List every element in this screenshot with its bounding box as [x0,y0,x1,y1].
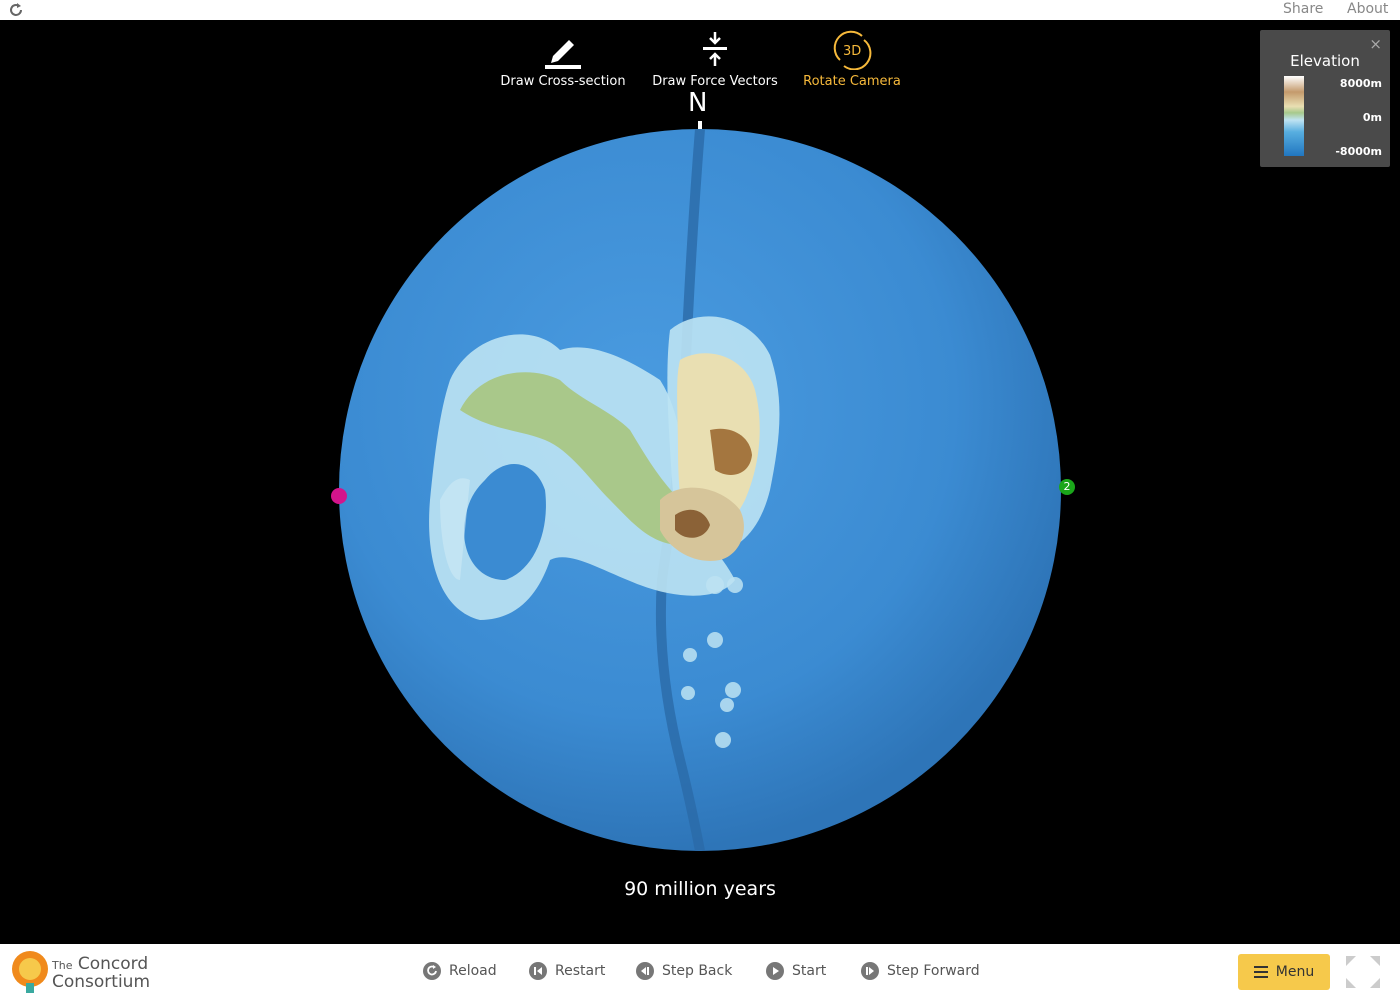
reload-button[interactable]: Reload [423,962,497,980]
pencil-icon [545,40,581,69]
rotate-3d-text: 3D [843,44,861,59]
elevation-gradient [1284,76,1304,156]
fullscreen-icon[interactable] [1344,954,1382,990]
bottom-bar: The Concord Consortium Reload Restart St… [0,944,1400,1000]
restart-button[interactable]: Restart [529,962,605,980]
step-back-icon [636,962,654,980]
concord-logo[interactable]: The Concord Consortium [10,949,162,995]
logo-small: The [52,959,73,972]
close-icon[interactable]: × [1369,35,1382,53]
legend-title: Elevation [1290,52,1360,70]
step-back-button[interactable]: Step Back [636,962,732,980]
restart-label: Restart [555,963,606,979]
play-icon [766,962,784,980]
menu-button[interactable]: Menu [1238,954,1330,990]
start-label: Start [792,963,827,979]
hamburger-icon [1253,966,1268,978]
menu-label: Menu [1275,964,1315,980]
globe[interactable] [300,80,1100,880]
legend-min: -8000m [1335,145,1382,158]
compress-arrows-icon [703,32,727,66]
plate-marker-left[interactable] [331,488,347,504]
rotate-3d-icon: 3D [833,30,872,70]
reload-label: Reload [449,963,497,979]
reload-page-icon[interactable] [8,2,24,18]
restart-icon [529,962,547,980]
start-button[interactable]: Start [766,962,826,980]
legend-max: 8000m [1339,77,1382,90]
share-link[interactable]: Share [1283,1,1323,17]
step-forward-button[interactable]: Step Forward [861,962,980,980]
logo-line2: Consortium [52,972,151,992]
time-display: 90 million years [624,878,776,900]
legend-mid: 0m [1362,111,1382,124]
about-link[interactable]: About [1347,1,1388,17]
top-bar: Share About [0,0,1400,20]
step-forward-icon [861,962,879,980]
elevation-legend: × Elevation 8000m 0m -8000m [1260,30,1390,167]
step-forward-label: Step Forward [887,963,980,979]
plate-marker-right[interactable]: 2 [1059,479,1075,495]
logo-line1: Concord [77,954,149,974]
reload-icon [423,962,441,980]
step-back-label: Step Back [662,963,733,979]
lightbulb-logo-icon [12,951,48,993]
